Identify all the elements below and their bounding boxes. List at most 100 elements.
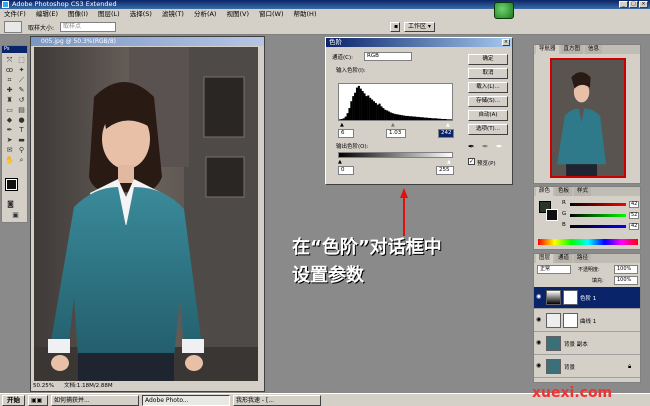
layer-mask-thumbnail[interactable] bbox=[563, 290, 578, 305]
save-button[interactable]: 存储(S)... bbox=[468, 96, 508, 107]
menu-help[interactable]: 帮助(H) bbox=[294, 9, 317, 19]
red-slider[interactable] bbox=[570, 203, 626, 206]
navigator-thumbnail[interactable] bbox=[550, 58, 626, 178]
levels-close-button[interactable]: × bbox=[502, 39, 510, 46]
tab-channels[interactable]: 通道 bbox=[555, 254, 573, 263]
tab-histogram[interactable]: 直方图 bbox=[560, 45, 584, 54]
slice-tool-icon[interactable]: ⟋ bbox=[16, 76, 27, 85]
options-button[interactable]: 选项(T)... bbox=[468, 124, 508, 135]
red-value[interactable]: 42 bbox=[629, 201, 639, 208]
eyedropper-tool-icon[interactable]: ⚲ bbox=[16, 146, 27, 155]
document-title[interactable]: 005.jpg @ 50.3%(RGB/8) bbox=[31, 37, 264, 46]
input-black-slider[interactable]: ▲ bbox=[340, 123, 344, 128]
eye-icon[interactable]: ◉ bbox=[536, 294, 543, 300]
fill-field[interactable]: 100% bbox=[614, 276, 638, 285]
output-white-slider[interactable]: ▲ bbox=[447, 159, 451, 165]
foreground-color-swatch[interactable] bbox=[5, 178, 18, 191]
layer-mask-thumbnail[interactable] bbox=[563, 313, 578, 328]
type-tool-icon[interactable]: T bbox=[16, 126, 27, 135]
white-eyedropper-icon[interactable]: ✒ bbox=[496, 142, 503, 151]
gradient-tool-icon[interactable]: ▤ bbox=[16, 106, 27, 115]
zoom-level[interactable]: 50.25% bbox=[33, 382, 54, 391]
screen-mode-icon[interactable]: ▣ bbox=[10, 211, 21, 220]
crop-tool-icon[interactable]: ⌗ bbox=[4, 76, 15, 85]
tab-color[interactable]: 颜色 bbox=[536, 187, 554, 196]
shape-tool-icon[interactable]: ▬ bbox=[16, 136, 27, 145]
input-slider-track[interactable]: ▲ ▲ ▲ bbox=[338, 123, 453, 128]
taskbar-item[interactable]: Adobe Photo... bbox=[142, 394, 230, 406]
photo-canvas[interactable] bbox=[34, 47, 258, 381]
menu-file[interactable]: 文件(F) bbox=[4, 9, 26, 19]
output-white-field[interactable]: 255 bbox=[436, 166, 454, 175]
layer-row[interactable]: ◉ 色阶 1 bbox=[534, 287, 640, 309]
lasso-tool-icon[interactable]: ꝏ bbox=[4, 66, 15, 75]
menu-select[interactable]: 选择(S) bbox=[130, 9, 152, 19]
black-eyedropper-icon[interactable]: ✒ bbox=[468, 142, 475, 151]
tab-navigator[interactable]: 导航器 bbox=[536, 45, 559, 54]
layer-row[interactable]: ◉ 曲线 1 bbox=[534, 310, 640, 332]
eraser-tool-icon[interactable]: ▭ bbox=[4, 106, 15, 115]
input-gamma-field[interactable]: 1.03 bbox=[386, 129, 406, 138]
cancel-button[interactable]: 取消 bbox=[468, 68, 508, 79]
blur-tool-icon[interactable]: ◆ bbox=[4, 116, 15, 125]
tab-paths[interactable]: 路径 bbox=[574, 254, 592, 263]
menu-view[interactable]: 视图(V) bbox=[226, 9, 249, 19]
brush-tool-icon[interactable]: ✎ bbox=[16, 86, 27, 95]
channel-select[interactable]: RGB bbox=[364, 52, 412, 61]
menu-analysis[interactable]: 分析(A) bbox=[194, 9, 217, 19]
green-value[interactable]: 52 bbox=[629, 212, 639, 219]
globe-icon[interactable] bbox=[494, 2, 514, 19]
hand-tool-icon[interactable]: ✋ bbox=[4, 156, 15, 165]
minimize-button[interactable]: _ bbox=[619, 1, 628, 8]
levels-dialog-title[interactable]: 色阶 bbox=[326, 38, 512, 47]
zoom-tool-icon[interactable]: ⌕ bbox=[16, 156, 27, 165]
workspace-icon[interactable]: ▪ bbox=[390, 22, 400, 32]
eye-icon[interactable]: ◉ bbox=[536, 317, 543, 323]
dodge-tool-icon[interactable]: ● bbox=[16, 116, 27, 125]
layer-row[interactable]: ◉ 背景 🔒︎ bbox=[534, 356, 640, 378]
color-spectrum[interactable] bbox=[538, 239, 638, 245]
blue-value[interactable]: 42 bbox=[629, 223, 639, 230]
menu-window[interactable]: 窗口(W) bbox=[259, 9, 284, 19]
healing-brush-tool-icon[interactable]: ✚ bbox=[4, 86, 15, 95]
eyedropper-preset-icon[interactable] bbox=[4, 21, 22, 33]
workspace-button[interactable]: 工作区 ▾ bbox=[404, 22, 435, 32]
blend-mode-select[interactable]: 正常 bbox=[537, 265, 571, 274]
maximize-button[interactable]: □ bbox=[629, 1, 638, 8]
output-black-slider[interactable]: ▲ bbox=[338, 159, 342, 165]
tab-info[interactable]: 信息 bbox=[585, 45, 603, 54]
input-white-field[interactable]: 242 bbox=[438, 129, 454, 138]
input-gamma-slider[interactable]: ▲ bbox=[391, 123, 395, 128]
clone-stamp-tool-icon[interactable]: ♜ bbox=[4, 96, 15, 105]
tab-layers[interactable]: 图层 bbox=[536, 254, 554, 263]
quick-mask-icon[interactable]: ◙ bbox=[5, 200, 16, 209]
opacity-field[interactable]: 100% bbox=[614, 265, 638, 274]
output-black-field[interactable]: 0 bbox=[338, 166, 354, 175]
taskbar-item[interactable]: 如何捕获并... bbox=[51, 394, 139, 406]
sample-size-select[interactable]: 取样点 bbox=[60, 22, 116, 32]
close-button[interactable]: × bbox=[639, 1, 648, 8]
marquee-tool-icon[interactable]: ⬚ bbox=[16, 56, 27, 65]
path-selection-tool-icon[interactable]: ➤ bbox=[4, 136, 15, 145]
green-slider[interactable] bbox=[570, 214, 626, 217]
menu-layer[interactable]: 图层(L) bbox=[98, 9, 120, 19]
input-white-slider[interactable]: ▲ bbox=[446, 123, 450, 128]
quick-launch[interactable]: ▣▣ bbox=[28, 394, 48, 406]
load-button[interactable]: 载入(L)... bbox=[468, 82, 508, 93]
eye-icon[interactable]: ◉ bbox=[536, 340, 543, 346]
color-bg-swatch[interactable] bbox=[546, 209, 558, 221]
eye-icon[interactable]: ◉ bbox=[536, 363, 543, 369]
auto-button[interactable]: 自动(A) bbox=[468, 110, 508, 121]
gray-eyedropper-icon[interactable]: ✒ bbox=[482, 142, 489, 151]
magic-wand-tool-icon[interactable]: ✦ bbox=[16, 66, 27, 75]
start-button[interactable]: 开始 bbox=[2, 394, 25, 406]
input-black-field[interactable]: 6 bbox=[338, 129, 354, 138]
taskbar-item[interactable]: 我形我速 - [... bbox=[233, 394, 321, 406]
pen-tool-icon[interactable]: ✒ bbox=[4, 126, 15, 135]
preview-checkbox[interactable]: ✓ bbox=[468, 158, 475, 165]
menu-image[interactable]: 图像(I) bbox=[68, 9, 88, 19]
move-tool-icon[interactable]: ⤧ bbox=[4, 56, 15, 65]
menu-edit[interactable]: 编辑(E) bbox=[36, 9, 58, 19]
tab-styles[interactable]: 样式 bbox=[574, 187, 592, 196]
ok-button[interactable]: 确定 bbox=[468, 54, 508, 65]
